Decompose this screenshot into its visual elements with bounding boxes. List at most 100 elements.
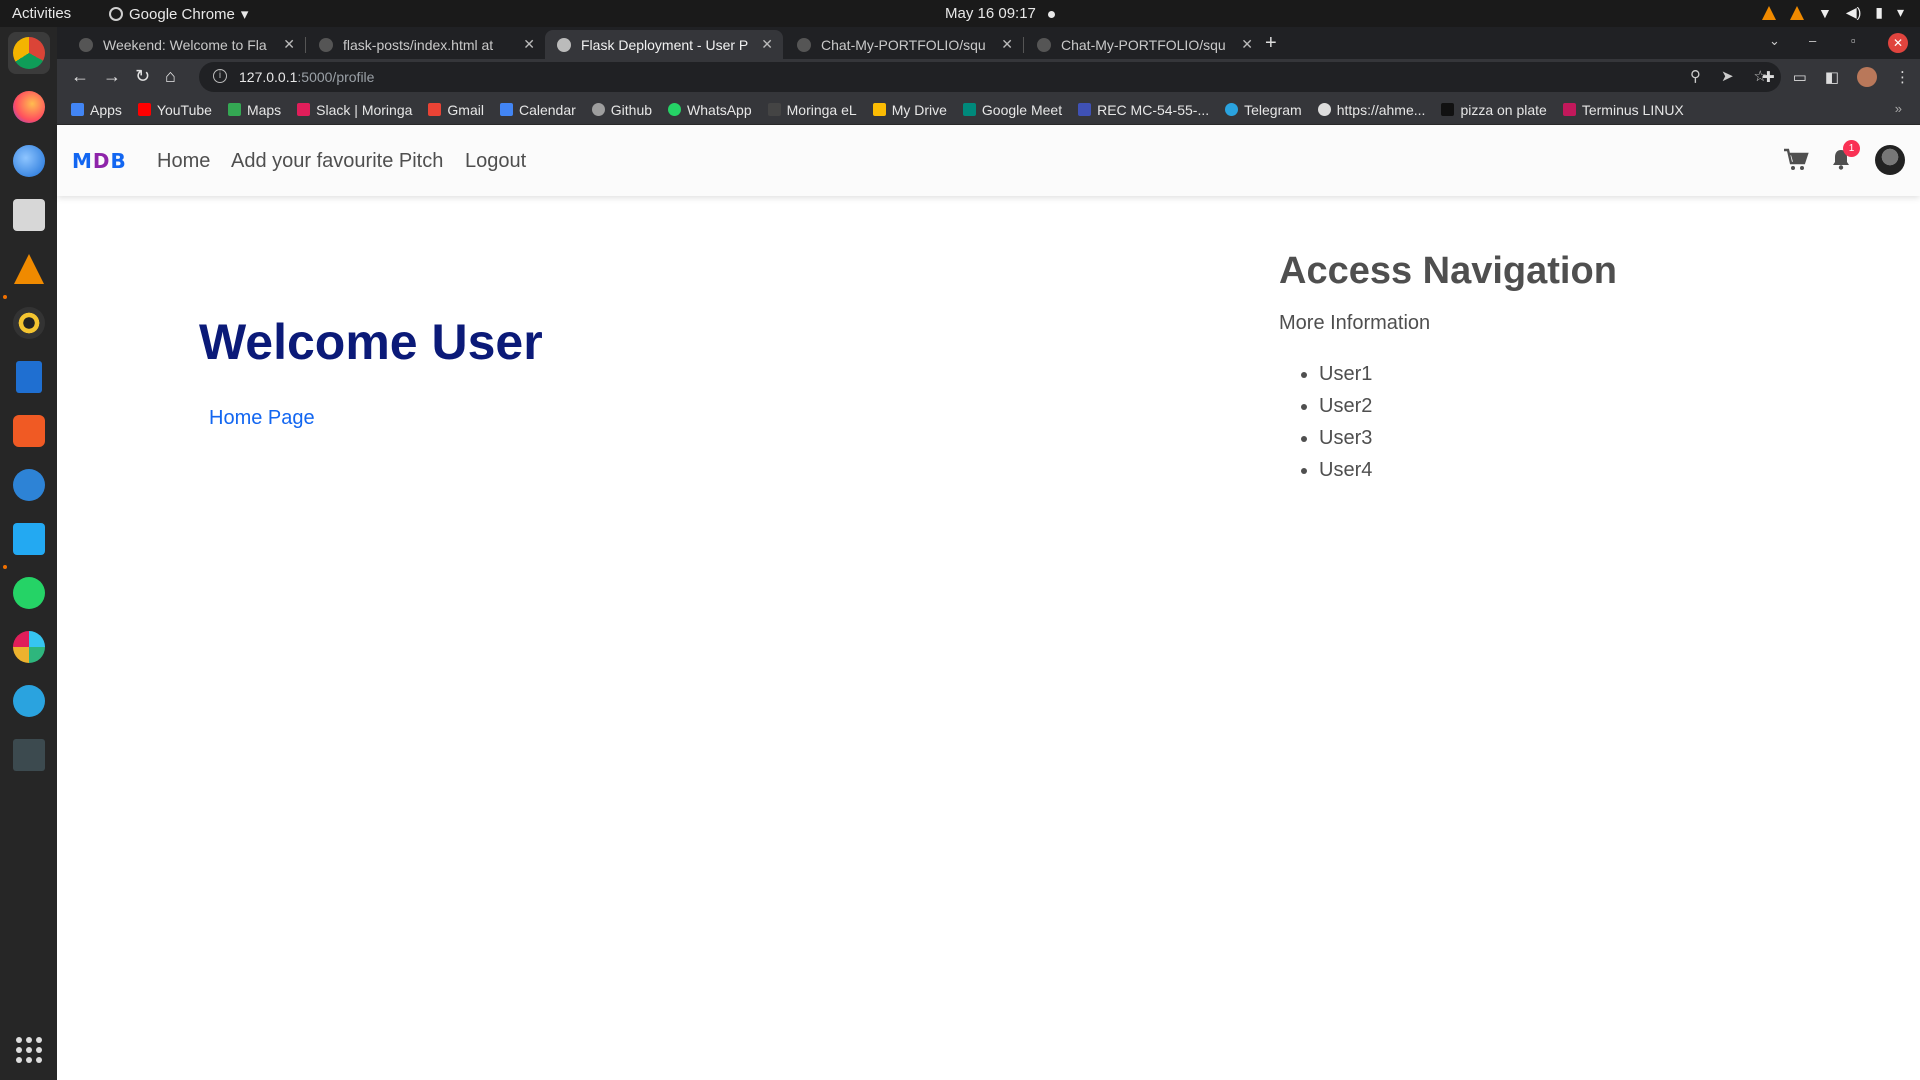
logo-letter-m: M (72, 149, 93, 173)
tab-2[interactable]: flask-posts/index.html at ✕ (307, 30, 545, 59)
home-page-link[interactable]: Home Page (209, 407, 315, 430)
dock-slack[interactable] (8, 626, 50, 668)
app-menu-label: Google Chrome (129, 5, 235, 23)
reload-icon[interactable]: ↻ (135, 66, 150, 86)
bookmark-telegram[interactable]: Telegram (1225, 102, 1302, 118)
bookmarks-overflow-icon[interactable]: » (1895, 101, 1902, 116)
whatsapp-icon (13, 577, 45, 609)
close-window-icon[interactable]: ✕ (1888, 33, 1908, 53)
dock-whatsapp[interactable] (8, 572, 50, 614)
system-monitor-icon (13, 739, 45, 771)
drive-icon (872, 103, 886, 116)
tab-search-icon[interactable]: ⌄ (1769, 33, 1780, 49)
github-favicon-icon (797, 37, 811, 52)
notifications-button[interactable]: 1 (1831, 140, 1860, 172)
bookmark-rec[interactable]: REC MC-54-55-... (1078, 102, 1209, 118)
pizza-icon (1441, 103, 1455, 116)
nav-home-link[interactable]: Home (157, 150, 210, 173)
dock-thunderbird[interactable] (8, 140, 50, 182)
tab-title: Chat-My-PORTFOLIO/squ (1061, 36, 1226, 53)
dock-vscode[interactable] (8, 518, 50, 560)
bookmark-maps[interactable]: Maps (227, 102, 281, 118)
minimize-icon[interactable]: – (1809, 33, 1816, 48)
bookmark-apps[interactable]: Apps (71, 102, 122, 118)
volume-icon[interactable]: ◀) (1846, 4, 1861, 21)
show-applications-button[interactable] (8, 1029, 50, 1071)
bookmark-moringa[interactable]: Moringa eL (767, 102, 857, 118)
dock-writer[interactable] (8, 356, 50, 398)
clock[interactable]: May 16 09:17 (945, 5, 1055, 22)
dock-telegram[interactable] (8, 680, 50, 722)
extensions-puzzle-icon[interactable]: ✚ (1762, 68, 1775, 86)
apps-grid-icon (71, 103, 84, 116)
dock-chrome[interactable] (8, 32, 50, 74)
bookmark-gmail[interactable]: Gmail (428, 102, 484, 118)
bookmark-label: Telegram (1244, 101, 1302, 118)
tab-5[interactable]: Chat-My-PORTFOLIO/squ ✕ (1025, 30, 1263, 59)
vlc-tray-icon[interactable] (1761, 5, 1776, 20)
dock-software[interactable] (8, 410, 50, 452)
dock-help[interactable] (8, 464, 50, 506)
forward-arrow-icon[interactable]: → (103, 66, 121, 86)
bookmark-youtube[interactable]: YouTube (137, 102, 212, 118)
bookmark-github[interactable]: Github (591, 101, 653, 118)
new-tab-plus-icon[interactable]: + (1265, 32, 1277, 55)
zoom-icon[interactable]: ⚲ (1690, 67, 1701, 85)
side-panel-icon[interactable]: ◧ (1825, 68, 1839, 86)
shopping-cart-icon[interactable] (1783, 148, 1809, 172)
tab-3-active[interactable]: Flask Deployment - User P ✕ (545, 30, 783, 59)
bookmark-ahme[interactable]: https://ahme... (1317, 102, 1425, 118)
cast-icon[interactable]: ▭ (1793, 68, 1807, 86)
wifi-icon[interactable]: ▼ (1818, 5, 1832, 21)
battery-icon[interactable]: ▮ (1875, 4, 1883, 21)
tab-separator (305, 37, 306, 53)
dock-firefox[interactable] (8, 86, 50, 128)
tab-favicon-icon (79, 37, 93, 52)
close-tab-icon[interactable]: ✕ (523, 36, 535, 53)
bookmark-slack[interactable]: Slack | Moringa (297, 102, 412, 118)
bookmark-meet[interactable]: Google Meet (962, 102, 1062, 118)
bookmark-label: REC MC-54-55-... (1097, 101, 1210, 118)
tab-1[interactable]: Weekend: Welcome to Fla ✕ (67, 30, 305, 59)
bookmark-calendar[interactable]: Calendar (499, 102, 576, 118)
close-tab-icon[interactable]: ✕ (1241, 36, 1253, 53)
system-menu-caret-icon[interactable]: ▾ (1897, 4, 1904, 21)
send-icon[interactable]: ➤ (1721, 67, 1734, 85)
profile-avatar-icon[interactable] (1857, 67, 1877, 87)
logo-letter-d: D (92, 149, 111, 173)
dock-system-monitor[interactable] (8, 734, 50, 776)
chrome-menu-icon[interactable]: ⋮ (1895, 68, 1910, 86)
dock-files[interactable] (8, 194, 50, 236)
bookmark-whatsapp[interactable]: WhatsApp (668, 102, 752, 118)
app-menu[interactable]: Google Chrome ▾ (109, 5, 248, 23)
moringa-icon (767, 103, 781, 116)
back-arrow-icon[interactable]: ← (71, 66, 89, 86)
notification-dot-icon (1047, 10, 1055, 18)
bookmark-drive[interactable]: My Drive (872, 102, 947, 118)
bookmark-label: Github (610, 101, 653, 118)
user-avatar[interactable] (1875, 145, 1905, 175)
home-icon[interactable]: ⌂ (165, 66, 176, 86)
site-navbar: MDB Home Add your favourite Pitch Logout… (57, 125, 1920, 196)
close-tab-icon[interactable]: ✕ (283, 36, 295, 53)
close-tab-icon[interactable]: ✕ (1001, 36, 1013, 53)
vscode-icon (13, 523, 45, 555)
address-bar[interactable]: i 127.0.0.1:5000/profile ⚲ ➤ ☆ (199, 62, 1781, 92)
vlc-tray-icon-2[interactable] (1789, 5, 1804, 20)
dock-rhythmbox[interactable] (8, 302, 50, 344)
close-tab-icon[interactable]: ✕ (761, 36, 773, 53)
mdb-logo[interactable]: MDB (72, 149, 127, 173)
system-tray[interactable]: ▼ ◀) ▮ ▾ (1761, 4, 1904, 21)
restore-icon[interactable]: ▫ (1851, 33, 1856, 48)
bookmark-terminus[interactable]: Terminus LINUX (1562, 102, 1684, 118)
running-indicator-2 (3, 565, 7, 569)
tab-title: Chat-My-PORTFOLIO/squ (821, 36, 986, 53)
bookmark-pizza[interactable]: pizza on plate (1441, 102, 1547, 118)
caret-down-icon: ▾ (240, 6, 249, 23)
tab-4[interactable]: Chat-My-PORTFOLIO/squ ✕ (785, 30, 1023, 59)
nav-add-pitch-link[interactable]: Add your favourite Pitch (231, 150, 443, 173)
site-info-icon[interactable]: i (213, 69, 227, 83)
dock-vlc[interactable] (8, 248, 50, 290)
activities-button[interactable]: Activities (12, 5, 71, 22)
nav-logout-link[interactable]: Logout (465, 150, 526, 173)
